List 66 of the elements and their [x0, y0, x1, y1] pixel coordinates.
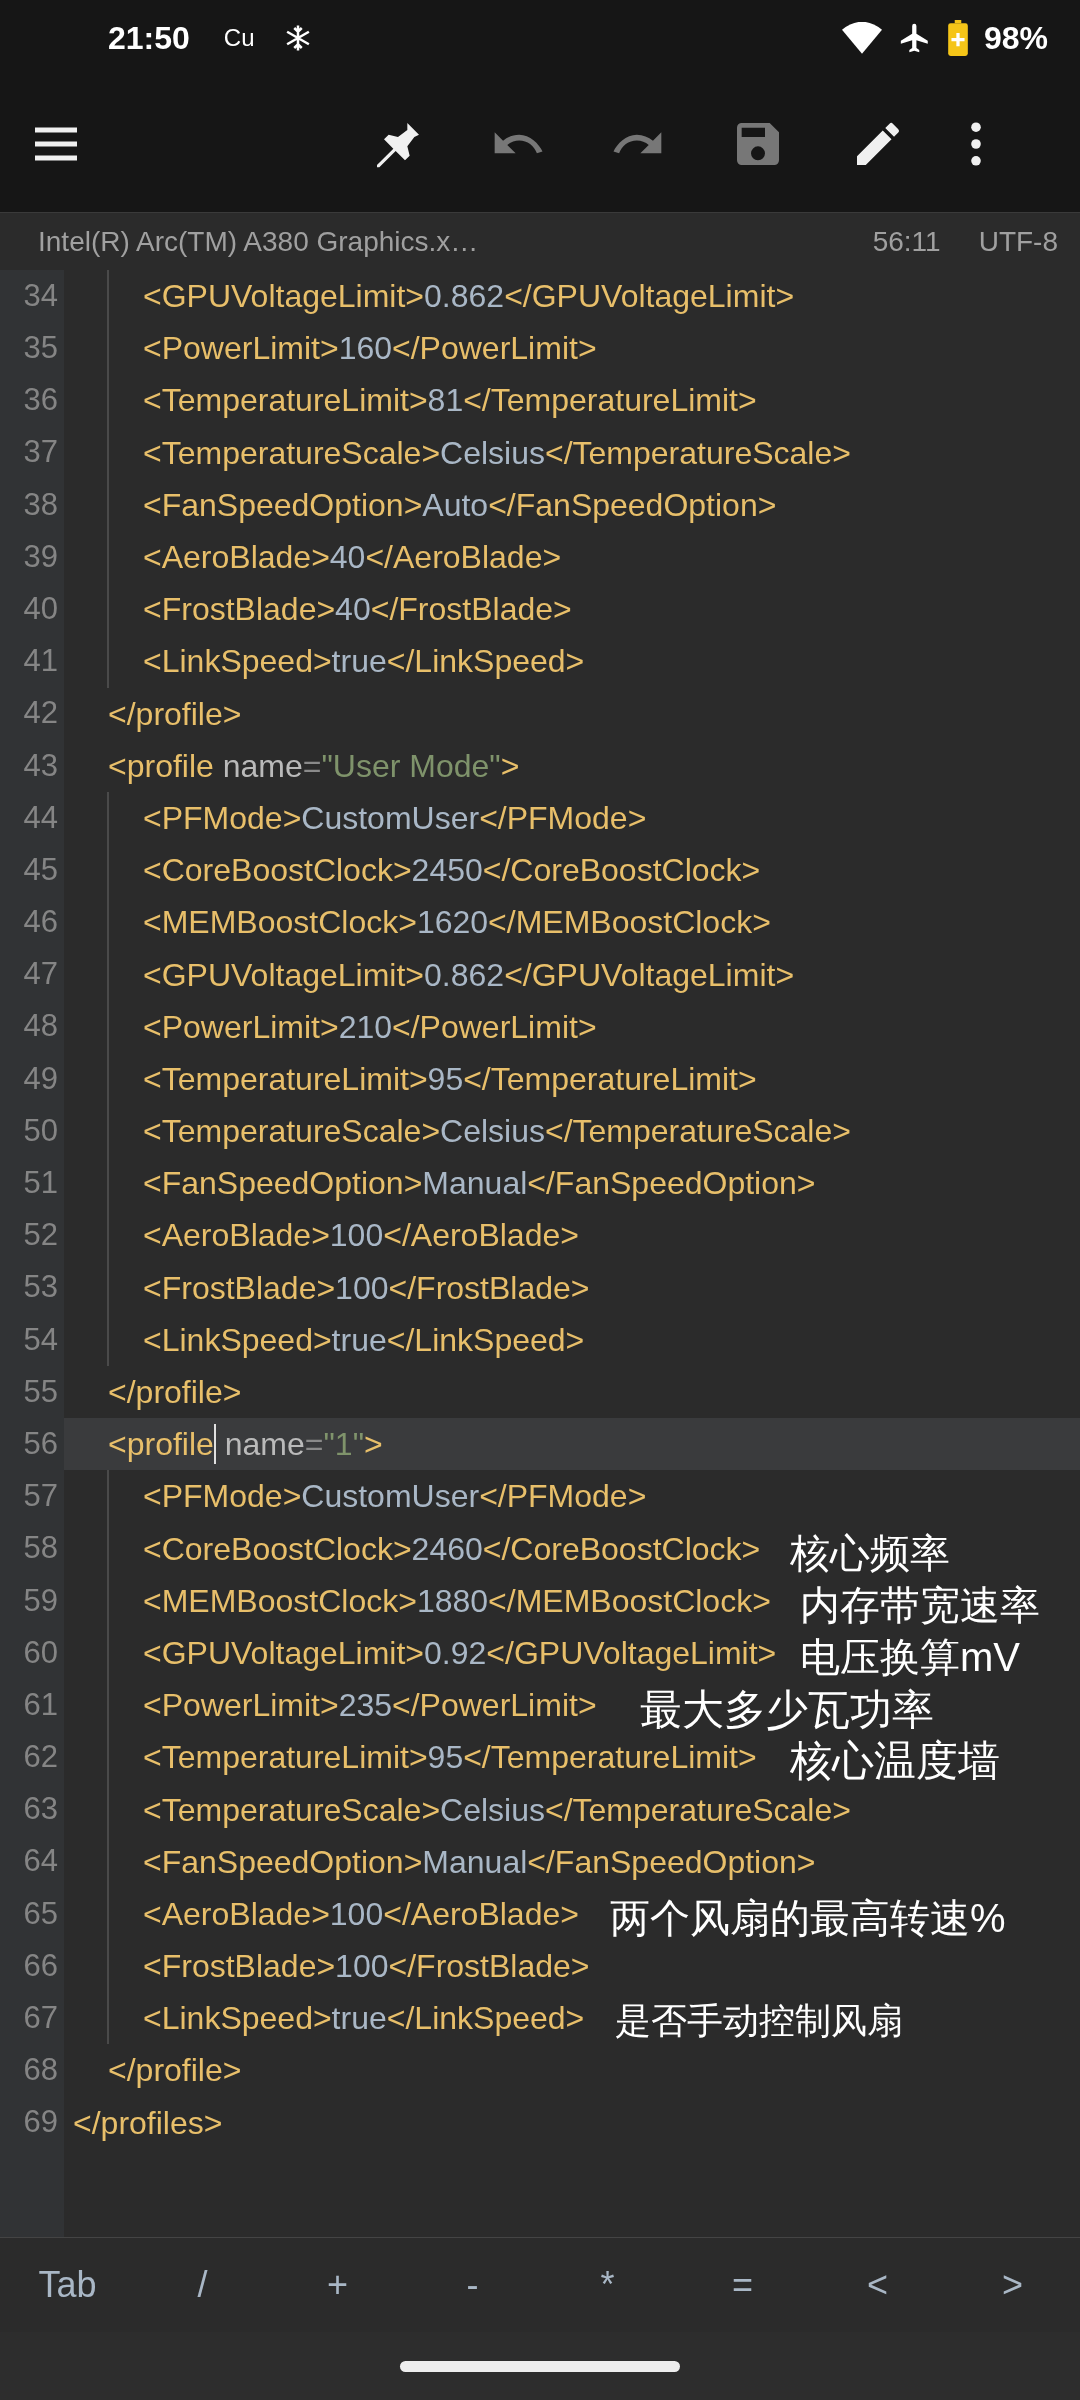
file-name: Intel(R) Arc(TM) A380 Graphics.x… — [38, 224, 479, 259]
line-number: 57 — [22, 1477, 59, 1516]
cursor-position: 56:11 — [872, 224, 941, 259]
line-number: 38 — [22, 485, 59, 524]
line-number: 67 — [22, 1999, 59, 2038]
line-number: 63 — [22, 1790, 59, 1829]
line-number: 56 — [22, 1424, 59, 1463]
line-number: 65 — [22, 1894, 59, 1933]
line-number: 36 — [22, 381, 59, 420]
symbol-key[interactable]: + — [270, 2257, 405, 2313]
code-line: </profile> — [107, 694, 243, 734]
carrier-label: Cu — [223, 22, 255, 53]
line-number: 66 — [22, 1946, 59, 1985]
annotation-text: 核心温度墙 — [790, 1738, 1000, 1785]
annotation-text: 最大多少瓦功率 — [640, 1687, 934, 1734]
encoding-label: UTF-8 — [978, 224, 1058, 259]
line-number: 43 — [22, 746, 59, 785]
line-number: 51 — [22, 1164, 59, 1203]
line-number: 37 — [22, 433, 59, 472]
line-number: 34 — [22, 276, 59, 315]
annotation-text: 核心频率 — [790, 1531, 950, 1575]
annotation-text: 两个风扇的最高转速% — [610, 1896, 1006, 1940]
line-number: 60 — [22, 1633, 59, 1672]
clock-time: 21:50 — [108, 18, 190, 58]
annotation-text: 电压换算mV — [800, 1635, 1020, 1679]
line-number: 68 — [22, 2051, 59, 2090]
wifi-icon — [841, 21, 882, 54]
symbol-key[interactable]: - — [405, 2257, 540, 2313]
home-indicator[interactable] — [400, 2360, 680, 2372]
symbol-key[interactable]: < — [810, 2257, 945, 2313]
line-number: 44 — [22, 798, 59, 837]
symbol-key[interactable]: = — [675, 2257, 810, 2313]
line-number: 55 — [22, 1372, 59, 1411]
line-number: 52 — [22, 1216, 59, 1255]
code-line: </profiles> — [72, 2103, 224, 2143]
line-number: 46 — [22, 903, 59, 942]
code-line: </profile> — [107, 1373, 243, 1413]
annotation-text: 内存带宽速率 — [800, 1583, 1040, 1627]
line-number: 39 — [22, 537, 59, 576]
code-line: <profile name="User Mode"> — [107, 746, 521, 786]
code-line: </profile> — [107, 2051, 243, 2091]
more-icon — [970, 120, 982, 167]
line-number: 61 — [22, 1685, 59, 1724]
line-number: 42 — [22, 694, 59, 733]
line-number: 64 — [22, 1842, 59, 1881]
line-number: 58 — [22, 1529, 59, 1568]
line-number: 54 — [22, 1320, 59, 1359]
symbol-key[interactable]: * — [540, 2257, 675, 2313]
battery-percent: 98% — [983, 18, 1048, 58]
line-number: 41 — [22, 642, 59, 681]
annotation-text: 是否手动控制风扇 — [615, 2001, 903, 2041]
battery-icon — [947, 19, 968, 56]
symbol-key[interactable]: / — [135, 2257, 270, 2313]
line-number: 53 — [22, 1268, 59, 1307]
line-number: 47 — [22, 955, 59, 994]
symbol-key[interactable]: > — [945, 2257, 1080, 2313]
line-number: 59 — [22, 1581, 59, 1620]
line-number: 50 — [22, 1111, 59, 1150]
line-number: 49 — [22, 1059, 59, 1098]
line-number: 40 — [22, 589, 59, 628]
line-number: 48 — [22, 1007, 59, 1046]
line-number: 35 — [22, 329, 59, 368]
line-number: 69 — [22, 2103, 59, 2142]
line-number: 62 — [22, 1738, 59, 1777]
symbol-key[interactable]: Tab — [0, 2257, 135, 2313]
line-number: 45 — [22, 850, 59, 889]
